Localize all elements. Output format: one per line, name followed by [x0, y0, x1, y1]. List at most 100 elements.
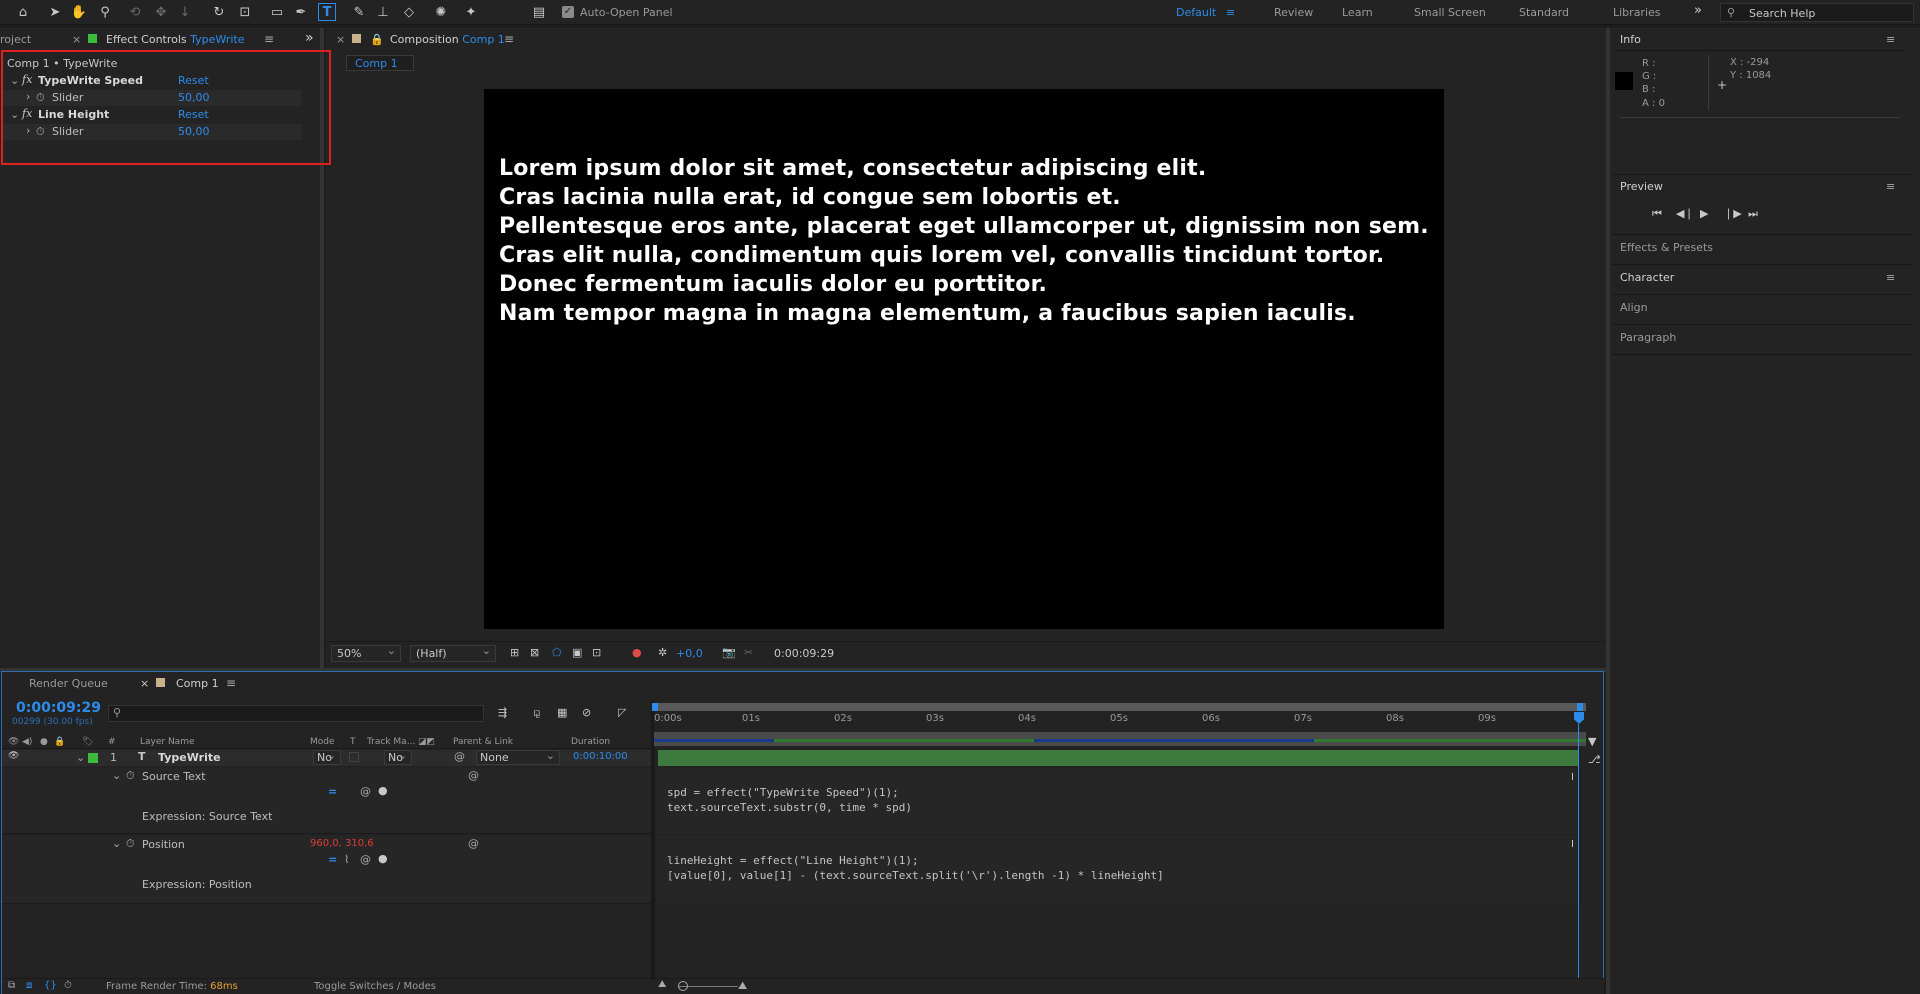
- col-track-matte[interactable]: Track Ma...: [367, 737, 415, 747]
- preview-panel-title[interactable]: Preview: [1620, 180, 1663, 193]
- selection-tool-icon[interactable]: ➤: [46, 3, 64, 21]
- expression-enable-icon[interactable]: =: [328, 853, 337, 866]
- align-panel-title[interactable]: Align: [1620, 301, 1648, 314]
- stopwatch-icon[interactable]: ⏱: [36, 91, 45, 105]
- exposure-value[interactable]: +0,0: [676, 647, 703, 660]
- shy-layers-icon[interactable]: ▦: [557, 706, 567, 719]
- puppet-pin-icon[interactable]: ✦: [462, 3, 480, 21]
- search-help-input[interactable]: Search Help: [1749, 7, 1815, 20]
- fx-icon[interactable]: fx: [22, 107, 32, 120]
- effects-presets-panel-title[interactable]: Effects & Presets: [1620, 241, 1713, 254]
- expression-language-menu-icon[interactable]: ●: [378, 784, 388, 797]
- reset-button[interactable]: Reset: [178, 108, 209, 121]
- clone-stamp-icon[interactable]: ⊥: [374, 3, 392, 21]
- stopwatch-icon[interactable]: ⏱: [126, 837, 135, 851]
- layer-duration-bar[interactable]: [658, 750, 1578, 766]
- zoom-slider-thumb[interactable]: [678, 981, 688, 991]
- collapse-arrow-icon[interactable]: ›: [26, 90, 30, 103]
- graph-editor-icon[interactable]: ◸: [618, 706, 626, 719]
- show-snapshot-icon[interactable]: ✂: [744, 646, 753, 659]
- position-value[interactable]: 960,0, 310,6: [310, 838, 374, 849]
- current-time[interactable]: 0:00:09:29: [16, 700, 101, 716]
- guides-icon[interactable]: ⊡: [592, 646, 601, 659]
- time-ruler[interactable]: 0:00s 01s 02s 03s 04s 05s 06s 07s 08s 09…: [654, 712, 1586, 732]
- preview-menu-icon[interactable]: ≡: [1886, 180, 1895, 193]
- composition-mini-flowchart-icon[interactable]: ⇶: [498, 706, 507, 719]
- comp-button-icon[interactable]: ⎇: [1588, 753, 1601, 766]
- eraser-tool-icon[interactable]: ◇: [400, 3, 418, 21]
- next-frame-icon[interactable]: ❘▶: [1724, 207, 1742, 220]
- fx-icon[interactable]: fx: [22, 73, 32, 86]
- camera-snapshot-icon[interactable]: 📷: [722, 646, 736, 659]
- effect-controls-menu-icon[interactable]: ≡: [264, 32, 274, 46]
- tab-render-queue[interactable]: Render Queue: [29, 677, 108, 690]
- layer-label-swatch[interactable]: [88, 753, 98, 763]
- more-workspaces-icon[interactable]: »: [1694, 3, 1702, 18]
- resolution-dropdown[interactable]: (Half): [410, 644, 496, 662]
- transfer-controls-icon[interactable]: ⧈: [26, 980, 32, 991]
- expand-arrow-icon[interactable]: ⌄: [10, 108, 19, 121]
- expression-code-line[interactable]: text.sourceText.substr(0, time * spd): [667, 801, 912, 814]
- pan-camera-icon[interactable]: ✥: [152, 3, 170, 21]
- mask-visibility-icon[interactable]: ⬠: [552, 646, 562, 659]
- solo-header-icon[interactable]: ●: [40, 737, 48, 747]
- play-icon[interactable]: ▶: [1700, 207, 1708, 220]
- expand-property-arrow-icon[interactable]: ⌄: [112, 837, 121, 850]
- expand-arrow-icon[interactable]: ⌄: [10, 74, 19, 87]
- frame-blending-icon[interactable]: ⊘: [582, 706, 591, 719]
- effect-row-typewrite-speed[interactable]: ⌄ fx TypeWrite Speed Reset: [2, 73, 302, 89]
- pen-tool-icon[interactable]: ✒: [292, 3, 310, 21]
- expression-language-menu-icon[interactable]: ●: [378, 852, 388, 865]
- work-area-end-handle[interactable]: [1577, 703, 1583, 711]
- snapshot-region-icon[interactable]: ⊞: [510, 646, 519, 659]
- expression-pickwhip-icon[interactable]: @: [360, 785, 371, 798]
- close-project-tab-icon[interactable]: ×: [72, 33, 81, 46]
- expression-graph-icon[interactable]: ⌇: [344, 853, 349, 866]
- viewer-timecode[interactable]: 0:00:09:29: [774, 647, 834, 660]
- first-frame-icon[interactable]: ⏮: [1652, 207, 1662, 221]
- close-timeline-tab-icon[interactable]: ×: [140, 677, 149, 690]
- info-menu-icon[interactable]: ≡: [1886, 33, 1895, 46]
- zoom-out-icon[interactable]: ⛰: [658, 979, 666, 990]
- col-layer-name[interactable]: Layer Name: [140, 737, 195, 747]
- collapse-arrow-icon[interactable]: ›: [26, 124, 30, 137]
- layer-duration[interactable]: 0:00:10:00: [573, 751, 628, 762]
- expand-layer-arrow-icon[interactable]: ⌄: [76, 751, 85, 764]
- effect-row-line-height[interactable]: ⌄ fx Line Height Reset: [2, 107, 302, 123]
- previous-frame-icon[interactable]: ◀❘: [1676, 207, 1694, 220]
- rotation-tool-icon[interactable]: ↻: [210, 3, 228, 21]
- track-matte-dropdown[interactable]: No: [384, 749, 412, 765]
- keyframe-marker-icon[interactable]: I: [1571, 772, 1574, 783]
- panel-splitter[interactable]: [320, 28, 324, 668]
- rectangle-tool-icon[interactable]: ▭: [268, 3, 286, 21]
- brush-tool-icon[interactable]: ✎: [350, 3, 368, 21]
- paragraph-panel-title[interactable]: Paragraph: [1620, 331, 1676, 344]
- zoom-dropdown[interactable]: 50%: [331, 644, 401, 662]
- workspace-small-screen[interactable]: Small Screen: [1414, 6, 1486, 19]
- reset-button[interactable]: Reset: [178, 74, 209, 87]
- auto-open-checkbox[interactable]: ✓: [562, 6, 574, 18]
- param-value[interactable]: 50,00: [178, 91, 210, 104]
- character-menu-icon[interactable]: ≡: [1886, 271, 1895, 284]
- workspace-default[interactable]: Default: [1176, 6, 1216, 19]
- blend-mode-dropdown[interactable]: No: [313, 749, 341, 765]
- preserve-transparency-checkbox[interactable]: [349, 752, 359, 762]
- layer-row[interactable]: 👁 ⌄ 1 T TypeWrite No No @ None 0:00:10:0…: [2, 749, 652, 766]
- layer-search-input[interactable]: ⚲: [108, 705, 484, 722]
- zoom-in-icon[interactable]: ⛰: [738, 979, 747, 993]
- expression-code-line[interactable]: [value[0], value[1] - (text.sourceText.s…: [667, 869, 1164, 882]
- workspace-libraries[interactable]: Libraries: [1613, 6, 1661, 19]
- audio-header-icon[interactable]: ◀): [22, 737, 32, 747]
- workspace-standard[interactable]: Standard: [1519, 6, 1569, 19]
- last-frame-icon[interactable]: ⏭: [1748, 207, 1758, 221]
- layer-name[interactable]: TypeWrite: [158, 751, 221, 764]
- character-panel-title[interactable]: Character: [1620, 271, 1674, 284]
- info-panel-title[interactable]: Info: [1620, 33, 1641, 46]
- in-out-icon[interactable]: {}: [44, 980, 57, 991]
- tab-comp-1[interactable]: Comp 1: [176, 677, 219, 690]
- param-value[interactable]: 50,00: [178, 125, 210, 138]
- type-tool-icon[interactable]: T: [318, 3, 336, 21]
- pickwhip-icon[interactable]: @: [454, 750, 465, 763]
- composition-canvas[interactable]: Lorem ipsum dolor sit amet, consectetur …: [484, 89, 1444, 629]
- comp-marker-bin-icon[interactable]: ▼: [1588, 735, 1596, 748]
